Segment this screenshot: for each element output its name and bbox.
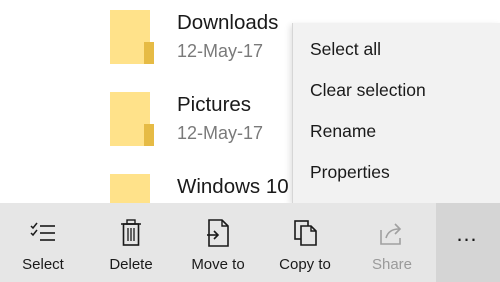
file-name: Windows 10 [177, 175, 289, 198]
context-menu: Select all Clear selection Rename Proper… [292, 23, 500, 203]
file-date: 12-May-17 [177, 123, 264, 143]
menu-item-rename[interactable]: Rename [293, 111, 500, 151]
command-bar: Select Delete Move to Copy to Share … [0, 203, 500, 282]
ellipsis-icon: … [455, 221, 481, 246]
checklist-icon [30, 222, 55, 241]
menu-item-properties[interactable]: Properties [293, 152, 500, 192]
menu-item-select-all[interactable]: Select all [293, 29, 500, 69]
file-name: Pictures [177, 93, 252, 116]
copy-to-button[interactable]: Copy to [268, 203, 342, 282]
share-icon [380, 223, 402, 245]
file-explorer-screen: Downloads 12-May-17 Pictures 12-May-17 W… [0, 0, 500, 282]
folder-icon [110, 174, 154, 203]
move-to-button[interactable]: Move to [182, 203, 254, 282]
select-button[interactable]: Select [8, 203, 78, 282]
copy-to-label: Copy to [279, 256, 331, 273]
move-to-label: Move to [191, 256, 245, 273]
folder-icon [110, 10, 154, 64]
share-label: Share [371, 256, 413, 273]
menu-item-clear-selection[interactable]: Clear selection [293, 70, 500, 110]
folder-icon [110, 92, 154, 146]
delete-button[interactable]: Delete [96, 203, 166, 282]
file-date: 12-May-17 [177, 41, 264, 61]
share-button[interactable]: Share [358, 203, 426, 282]
move-document-icon [207, 219, 229, 247]
select-label: Select [22, 256, 64, 273]
more-options-button[interactable]: … [436, 203, 500, 282]
delete-label: Delete [109, 256, 153, 273]
trash-icon [121, 219, 141, 246]
copy-icon [294, 220, 317, 246]
file-name: Downloads [177, 11, 279, 34]
